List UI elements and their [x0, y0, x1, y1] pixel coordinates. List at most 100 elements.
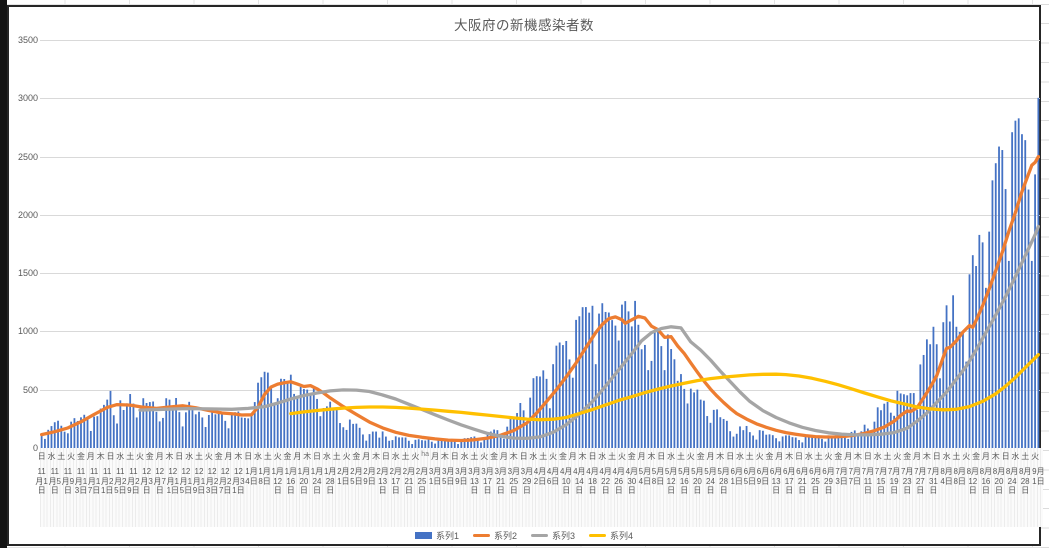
bar — [572, 378, 574, 448]
bar — [326, 406, 328, 448]
legend-item-系列4[interactable]: 系列4 — [589, 529, 633, 542]
bar — [670, 349, 672, 448]
bar — [1005, 189, 1007, 448]
bar — [415, 440, 417, 448]
bar — [588, 313, 590, 448]
date-label: 1月4日 — [245, 467, 259, 486]
bar — [323, 408, 325, 448]
bar — [959, 332, 961, 448]
bar — [208, 415, 210, 448]
bar — [51, 426, 53, 448]
bar — [172, 406, 174, 448]
chart-object[interactable]: 大阪府の新機感染者数 0500100015002000250030003500 … — [7, 5, 1041, 546]
bar — [739, 426, 741, 448]
bar — [346, 430, 348, 448]
bar — [251, 415, 253, 448]
bar — [946, 305, 948, 448]
bar — [559, 343, 561, 449]
bar — [293, 394, 295, 448]
bar — [155, 412, 157, 448]
chart-title: 大阪府の新機感染者数 — [9, 14, 1039, 34]
bar — [664, 370, 666, 448]
date-label: 3月9日 — [454, 467, 468, 486]
date-label: 3月29日 — [520, 467, 534, 496]
bar — [792, 437, 794, 448]
bar — [365, 441, 367, 448]
plot-area[interactable] — [40, 40, 1040, 448]
bar — [405, 438, 407, 448]
bar — [631, 326, 633, 448]
window-left-edge — [0, 0, 7, 548]
bar — [375, 432, 377, 448]
date-label: 7月27日 — [913, 467, 927, 496]
bar — [641, 349, 643, 448]
bar — [755, 440, 757, 448]
y-tick-label: 1000 — [12, 326, 38, 336]
bar — [618, 341, 620, 448]
date-label: 7月31日 — [926, 467, 940, 496]
bar — [136, 417, 138, 448]
date-label: 5月4日 — [638, 467, 652, 486]
bar — [113, 415, 115, 448]
bar — [772, 435, 774, 448]
date-label: 4月14日 — [572, 467, 586, 496]
bar — [126, 403, 128, 448]
bar — [378, 438, 380, 448]
bar — [64, 432, 66, 448]
bar — [598, 314, 600, 448]
series-canvas — [40, 40, 1040, 448]
bar — [729, 431, 731, 448]
bar — [762, 431, 764, 448]
y-tick-label: 500 — [12, 385, 38, 395]
bar — [775, 438, 777, 448]
legend-item-系列2[interactable]: 系列2 — [473, 529, 517, 542]
y-tick-label: 3500 — [12, 35, 38, 45]
chart-legend[interactable]: 系列1 系列2 系列3 系列4 — [9, 527, 1039, 543]
legend-label: 系列2 — [494, 529, 517, 542]
date-label: 5月20日 — [690, 467, 704, 496]
bar — [975, 266, 977, 448]
date-label: 3月17日 — [481, 467, 495, 496]
bar — [283, 379, 285, 448]
bar — [257, 383, 259, 448]
bar — [421, 440, 423, 448]
date-label: 2月13日 — [376, 467, 390, 496]
bar — [677, 381, 679, 448]
bar — [178, 412, 180, 448]
bar — [585, 307, 587, 448]
date-label: 9月1日 — [1031, 467, 1045, 486]
legend-item-系列1[interactable]: 系列1 — [415, 529, 459, 542]
bar — [385, 437, 387, 448]
date-label: 11月1日 — [35, 467, 49, 496]
bar — [955, 327, 957, 448]
bar — [526, 423, 528, 448]
bar — [647, 370, 649, 448]
bar — [562, 345, 564, 448]
bar-swatch-icon — [415, 532, 432, 539]
bar — [769, 434, 771, 448]
date-label: 12月19日 — [192, 467, 206, 496]
bar — [700, 400, 702, 448]
date-label: 11月13日 — [74, 467, 88, 496]
bar — [733, 437, 735, 448]
bar — [634, 301, 636, 448]
bar — [936, 344, 938, 448]
bar — [369, 434, 371, 448]
date-label: 4月22日 — [599, 467, 613, 496]
bar — [277, 398, 279, 448]
bar — [683, 389, 685, 448]
legend-item-系列3[interactable]: 系列3 — [531, 529, 575, 542]
bar — [274, 404, 276, 448]
bar — [110, 391, 112, 448]
date-label: 6月13日 — [769, 467, 783, 496]
date-label: 8月28日 — [1018, 467, 1032, 496]
bar — [752, 436, 754, 448]
bar — [703, 401, 705, 448]
bar — [237, 412, 239, 448]
spreadsheet-canvas: { "title": "大阪府の新機感染者数", "legend": [ {"l… — [0, 0, 1049, 548]
bar — [260, 377, 262, 448]
date-label: 2月9日 — [363, 467, 377, 486]
bar — [162, 418, 164, 448]
bar — [982, 242, 984, 448]
bar — [424, 441, 426, 448]
